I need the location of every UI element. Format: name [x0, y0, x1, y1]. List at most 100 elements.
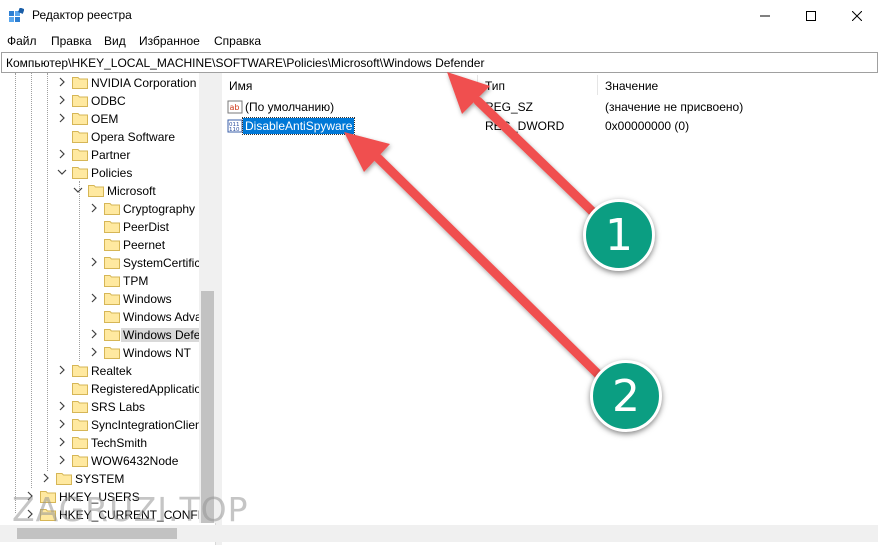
tree-item-label: RegisteredApplications: [91, 382, 214, 396]
watermark: ZAGRUZI.TOP: [12, 490, 249, 529]
string-value-icon: ab: [227, 100, 243, 114]
tree-item-label: SYSTEM: [75, 472, 125, 486]
tree-item-label: Partner: [91, 148, 131, 162]
menu-edit[interactable]: Правка: [51, 34, 92, 48]
tree-item-label: Realtek: [91, 364, 132, 378]
tree-item[interactable]: OEM: [0, 110, 200, 128]
tree-item-label: PeerDist: [123, 220, 170, 234]
tree-item[interactable]: RegisteredApplications: [0, 380, 214, 398]
value-data: 0x00000000 (0): [605, 119, 690, 133]
address-bar[interactable]: Компьютер\HKEY_LOCAL_MACHINE\SOFTWARE\Po…: [1, 52, 878, 73]
tree-item[interactable]: WOW6432Node: [0, 452, 200, 470]
column-header-name[interactable]: Имя: [229, 79, 252, 93]
chevron-right-icon[interactable]: [89, 329, 99, 339]
tree-item[interactable]: Opera Software: [0, 128, 200, 146]
tree-item[interactable]: NVIDIA Corporation: [0, 74, 200, 92]
folder-icon: [72, 113, 88, 125]
menu-favorites[interactable]: Избранное: [139, 34, 200, 48]
tree-item[interactable]: Windows: [0, 290, 200, 308]
tree-item-selected[interactable]: Windows Defender: [0, 326, 215, 344]
folder-icon: [104, 257, 120, 269]
tree-item[interactable]: Partner: [0, 146, 200, 164]
folder-icon: [72, 131, 88, 143]
chevron-right-icon[interactable]: [57, 113, 67, 123]
dword-value-icon: 011 110: [227, 119, 243, 133]
close-button[interactable]: [834, 0, 880, 31]
tree-item[interactable]: PeerDist: [0, 218, 200, 236]
folder-icon: [56, 473, 72, 485]
menu-file[interactable]: Файл: [7, 34, 37, 48]
tree-item[interactable]: Policies: [0, 164, 200, 182]
value-row-selected[interactable]: 011 110 DisableAntiSpyware REG_DWORD 0x0…: [222, 117, 878, 135]
window-title: Редактор реестра: [32, 8, 132, 22]
menu-view[interactable]: Вид: [104, 34, 126, 48]
chevron-down-icon[interactable]: [73, 185, 83, 195]
tree-vertical-scrollbar[interactable]: [199, 73, 216, 523]
folder-icon: [72, 383, 88, 395]
tree-item[interactable]: TPM: [0, 272, 200, 290]
column-separator[interactable]: [597, 75, 598, 95]
chevron-right-icon[interactable]: [57, 437, 67, 447]
column-separator[interactable]: [477, 75, 478, 95]
column-header-type[interactable]: Тип: [485, 79, 505, 93]
values-list[interactable]: Имя Тип Значение ab (По умолчанию) REG_S…: [222, 73, 878, 545]
tree-item[interactable]: Realtek: [0, 362, 200, 380]
value-name[interactable]: DisableAntiSpyware: [241, 117, 356, 135]
values-horizontal-scrollbar[interactable]: [222, 525, 878, 542]
tree-item[interactable]: ODBC: [0, 92, 200, 110]
tree-item[interactable]: SRS Labs: [0, 398, 200, 416]
chevron-right-icon[interactable]: [57, 401, 67, 411]
maximize-button[interactable]: [788, 0, 834, 31]
chevron-down-icon[interactable]: [57, 167, 67, 177]
column-header-value[interactable]: Значение: [605, 79, 658, 93]
folder-icon: [72, 419, 88, 431]
tree-hscroll-thumb[interactable]: [17, 528, 177, 539]
value-type: REG_DWORD: [485, 119, 565, 133]
tree-item[interactable]: Microsoft: [0, 182, 200, 200]
minimize-button[interactable]: [742, 0, 788, 31]
chevron-right-icon[interactable]: [89, 203, 99, 213]
close-icon: [852, 10, 862, 21]
tree-item-label: Microsoft: [107, 184, 156, 198]
svg-text:110: 110: [229, 127, 240, 133]
chevron-right-icon[interactable]: [41, 473, 51, 483]
maximize-icon: [806, 10, 816, 21]
key-tree[interactable]: NVIDIA Corporation ODBC OEM Opera Software P…: [0, 73, 216, 545]
chevron-right-icon[interactable]: [57, 365, 67, 375]
chevron-right-icon[interactable]: [89, 293, 99, 303]
folder-icon: [104, 239, 120, 251]
tree-item[interactable]: Windows NT: [0, 344, 200, 362]
tree-item[interactable]: SYSTEM: [0, 470, 200, 488]
value-row[interactable]: ab (По умолчанию) REG_SZ (значение не пр…: [222, 98, 878, 116]
annotation-badge-2: 2: [590, 360, 662, 432]
tree-item[interactable]: SyncIntegrationClients: [0, 416, 211, 434]
title-bar: Редактор реестра: [0, 0, 880, 31]
chevron-right-icon[interactable]: [89, 347, 99, 357]
tree-item-label: Peernet: [123, 238, 166, 252]
folder-icon: [104, 347, 120, 359]
chevron-right-icon[interactable]: [57, 77, 67, 87]
folder-icon: [72, 167, 88, 179]
folder-icon: [104, 311, 120, 323]
tree-item[interactable]: Windows Advanced Threat Protection: [0, 308, 215, 326]
annotation-badge-1: 1: [583, 199, 655, 271]
chevron-right-icon[interactable]: [57, 455, 67, 465]
tree-item-label: Windows NT: [123, 346, 192, 360]
chevron-right-icon[interactable]: [89, 257, 99, 267]
folder-icon: [104, 203, 120, 215]
tree-item-label: SyncIntegrationClients: [91, 418, 212, 432]
menu-help[interactable]: Справка: [214, 34, 261, 48]
chevron-right-icon[interactable]: [57, 149, 67, 159]
value-type: REG_SZ: [485, 100, 534, 114]
tree-scroll-thumb[interactable]: [201, 291, 214, 523]
folder-icon: [88, 185, 104, 197]
chevron-right-icon[interactable]: [57, 419, 67, 429]
chevron-right-icon[interactable]: [57, 95, 67, 105]
tree-item[interactable]: Cryptography: [0, 200, 200, 218]
tree-item[interactable]: TechSmith: [0, 434, 200, 452]
tree-item[interactable]: SystemCertificates: [0, 254, 215, 272]
tree-item[interactable]: Peernet: [0, 236, 200, 254]
folder-icon: [72, 365, 88, 377]
tree-item-label: OEM: [91, 112, 119, 126]
tree-item-label: NVIDIA Corporation: [91, 76, 197, 90]
